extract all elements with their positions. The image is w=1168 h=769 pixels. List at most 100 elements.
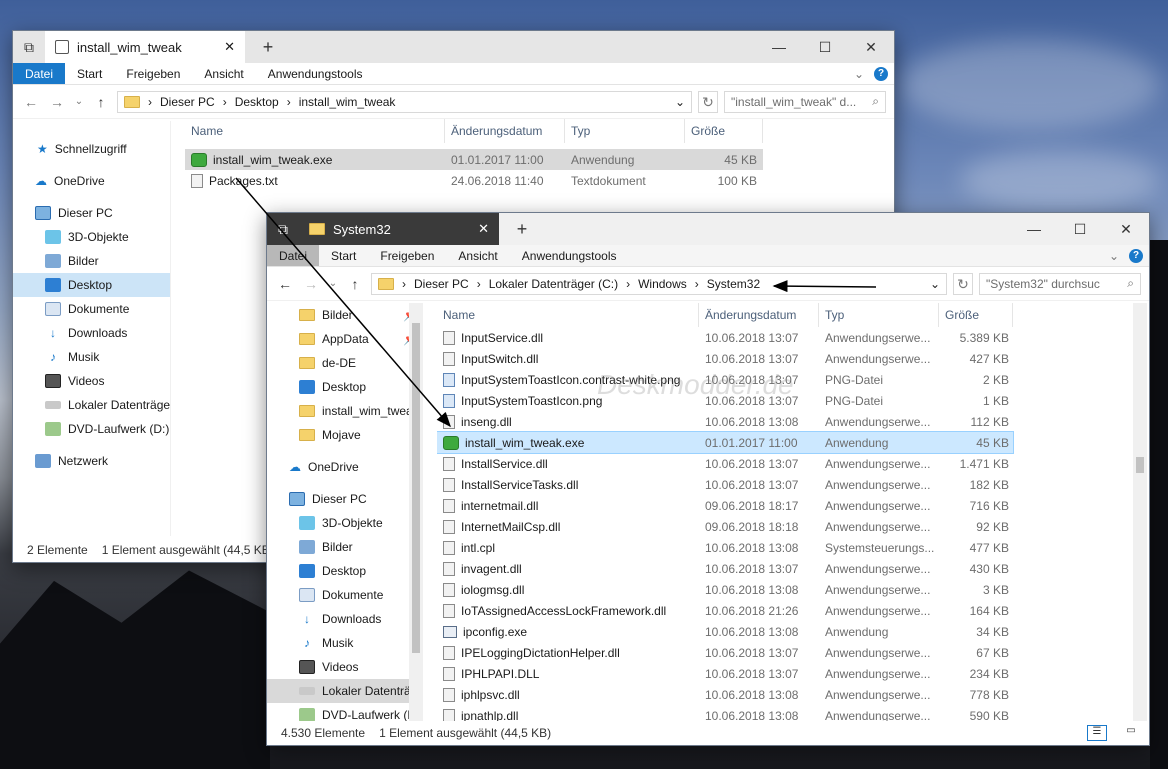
sidebar-item-musik[interactable]: ♪ Musik xyxy=(267,631,422,655)
sidebar-item-dvd[interactable]: DVD-Laufwerk (D:) xyxy=(267,703,422,721)
up-icon[interactable]: ↑ xyxy=(91,94,111,110)
ribbon-tab-ansicht[interactable]: Ansicht xyxy=(192,63,255,84)
recent-locations-icon[interactable]: ⌄ xyxy=(327,278,339,289)
sidebar-scroll-thumb[interactable] xyxy=(412,323,420,653)
tab-overview-icon[interactable]: ⧉ xyxy=(13,31,45,63)
maximize-icon[interactable]: ☐ xyxy=(802,31,848,63)
back-icon[interactable]: ← xyxy=(275,276,295,292)
new-tab-button[interactable]: + xyxy=(245,31,291,63)
file-row[interactable]: ipconfig.exe 10.06.2018 13:08 Anwendung 34 … xyxy=(437,621,1013,642)
file-row[interactable]: inseng.dll 10.06.2018 13:08 Anwendungserwe… xyxy=(437,411,1013,432)
column-header-name[interactable]: Name xyxy=(185,119,445,143)
breadcrumb-install-wim-tweak[interactable]: install_wim_tweak xyxy=(299,95,396,109)
breadcrumb-dieser-pc[interactable]: Dieser PC xyxy=(160,95,215,109)
file-row[interactable]: InstallServiceTasks.dll 10.06.2018 13:07 A… xyxy=(437,474,1013,495)
sidebar-item-dieser-pc[interactable]: Dieser PC xyxy=(267,487,422,511)
breadcrumb-system32[interactable]: System32 xyxy=(707,277,760,291)
tab-system32[interactable]: System32 ✕ xyxy=(299,213,499,245)
sidebar-item-appdata[interactable]: AppData📌 xyxy=(267,327,422,351)
minimize-icon[interactable]: — xyxy=(756,31,802,63)
sidebar-item-bilder[interactable]: Bilder📌 xyxy=(267,303,422,327)
ribbon-tab-freigeben[interactable]: Freigeben xyxy=(114,63,192,84)
file-row[interactable]: Packages.txt 24.06.2018 11:40 Textdokume… xyxy=(185,170,763,191)
minimize-icon[interactable]: — xyxy=(1011,213,1057,245)
ribbon-tab-ansicht[interactable]: Ansicht xyxy=(446,245,509,266)
sidebar-item-onedrive[interactable]: ☁ OneDrive xyxy=(267,455,422,479)
sidebar-item-3d-objekte[interactable]: 3D-Objekte xyxy=(267,511,422,535)
file-row[interactable]: intl.cpl 10.06.2018 13:08 Systemsteuerungs… xyxy=(437,537,1013,558)
address-bar[interactable]: › Dieser PC › Lokaler Datenträger (C:) ›… xyxy=(371,272,947,295)
file-list-scroll-thumb[interactable] xyxy=(1136,457,1144,473)
close-icon[interactable]: ✕ xyxy=(1103,213,1149,245)
column-header-date[interactable]: Änderungsdatum xyxy=(445,119,565,143)
sidebar-item-bilder[interactable]: Bilder xyxy=(13,249,170,273)
back-icon[interactable]: ← xyxy=(21,94,41,110)
sidebar-item-onedrive[interactable]: ☁ OneDrive xyxy=(13,169,170,193)
forward-icon[interactable]: → xyxy=(47,94,67,110)
sidebar-item-de-de[interactable]: de-DE xyxy=(267,351,422,375)
close-icon[interactable]: ✕ xyxy=(848,31,894,63)
close-tab-icon[interactable]: ✕ xyxy=(224,39,235,55)
sidebar-item-schnellzugriff[interactable]: ★ Schnellzugriff xyxy=(13,137,170,161)
file-row[interactable]: internetmail.dll 09.06.2018 18:17 Anwendun… xyxy=(437,495,1013,516)
sidebar-item-3d-objekte[interactable]: 3D-Objekte xyxy=(13,225,170,249)
file-row[interactable]: InternetMailCsp.dll 09.06.2018 18:18 Anwen… xyxy=(437,516,1013,537)
sidebar-item-netzwerk[interactable]: Netzwerk xyxy=(13,449,170,473)
column-header-size[interactable]: Größe xyxy=(939,303,1013,327)
ribbon-tab-datei[interactable]: Datei xyxy=(267,245,320,266)
search-input[interactable]: "System32" durchsuc ⌕ xyxy=(979,272,1141,295)
sidebar-scrollbar[interactable] xyxy=(409,303,423,721)
breadcrumb-windows[interactable]: Windows xyxy=(638,277,687,291)
sidebar-item-lokaler-datentraeger[interactable]: Lokaler Datenträger xyxy=(267,679,422,703)
recent-locations-icon[interactable]: ⌄ xyxy=(73,96,85,107)
file-list-scrollbar[interactable] xyxy=(1133,303,1147,721)
ribbon-tab-anwendungstools[interactable]: Anwendungstools xyxy=(510,245,629,266)
ribbon-tab-start[interactable]: Start xyxy=(319,245,368,266)
expand-ribbon-icon[interactable]: ⌄ xyxy=(854,67,864,81)
sidebar-item-desktop[interactable]: Desktop xyxy=(267,375,422,399)
file-row[interactable]: IoTAssignedAccessLockFramework.dll 10.06.… xyxy=(437,600,1013,621)
tab-overview-icon[interactable]: ⧉ xyxy=(267,213,299,245)
ribbon-tab-freigeben[interactable]: Freigeben xyxy=(368,245,446,266)
sidebar-item-dokumente[interactable]: Dokumente xyxy=(13,297,170,321)
sidebar-item-desktop[interactable]: Desktop xyxy=(13,273,170,297)
file-row[interactable]: InstallService.dll 10.06.2018 13:07 Anwend… xyxy=(437,453,1013,474)
search-input[interactable]: "install_wim_tweak" d... ⌕ xyxy=(724,90,886,113)
sidebar-item-videos[interactable]: Videos xyxy=(13,369,170,393)
file-row[interactable]: iphlpsvc.dll 10.06.2018 13:08 Anwendungser… xyxy=(437,684,1013,705)
address-bar[interactable]: › Dieser PC › Desktop › install_wim_twea… xyxy=(117,90,692,113)
details-view-icon[interactable]: ☰ xyxy=(1087,725,1107,741)
file-row[interactable]: InputSwitch.dll 10.06.2018 13:07 Anwendung… xyxy=(437,348,1013,369)
sidebar-item-downloads[interactable]: ↓ Downloads xyxy=(13,321,170,345)
close-tab-icon[interactable]: ✕ xyxy=(478,221,489,237)
sidebar-item-dvd[interactable]: DVD-Laufwerk (D:) C xyxy=(13,417,170,441)
sidebar-item-dieser-pc[interactable]: Dieser PC xyxy=(13,201,170,225)
tab-install-wim-tweak[interactable]: install_wim_tweak ✕ xyxy=(45,31,245,63)
help-icon[interactable]: ? xyxy=(1129,248,1143,263)
file-row[interactable]: InputService.dll 10.06.2018 13:07 Anwendun… xyxy=(437,327,1013,348)
large-icons-view-icon[interactable]: ▭ xyxy=(1121,725,1141,741)
file-row[interactable]: IPHLPAPI.DLL 10.06.2018 13:07 Anwendungser… xyxy=(437,663,1013,684)
file-row[interactable]: iologmsg.dll 10.06.2018 13:08 Anwendungser… xyxy=(437,579,1013,600)
file-row[interactable]: install_wim_tweak.exe 01.01.2017 11:00 Anw… xyxy=(437,431,1014,454)
sidebar-item-lokaler-datentraeger[interactable]: Lokaler Datenträger xyxy=(13,393,170,417)
sidebar-item-install-wim-tweak[interactable]: install_wim_tweak xyxy=(267,399,422,423)
column-header-type[interactable]: Typ xyxy=(819,303,939,327)
new-tab-button[interactable]: + xyxy=(499,213,545,245)
file-row[interactable]: install_wim_tweak.exe 01.01.2017 11:00 A… xyxy=(185,149,763,170)
sidebar-item-videos[interactable]: Videos xyxy=(267,655,422,679)
column-header-type[interactable]: Typ xyxy=(565,119,685,143)
sidebar-item-downloads[interactable]: ↓ Downloads xyxy=(267,607,422,631)
forward-icon[interactable]: → xyxy=(301,276,321,292)
file-row[interactable]: invagent.dll 10.06.2018 13:07 Anwendungser… xyxy=(437,558,1013,579)
ribbon-tab-datei[interactable]: Datei xyxy=(13,63,66,84)
address-dropdown-icon[interactable]: ⌄ xyxy=(675,95,685,109)
column-header-date[interactable]: Änderungsdatum xyxy=(699,303,819,327)
column-header-size[interactable]: Größe xyxy=(685,119,763,143)
breadcrumb-desktop[interactable]: Desktop xyxy=(235,95,279,109)
refresh-icon[interactable]: ↻ xyxy=(698,90,718,113)
file-row[interactable]: IPELoggingDictationHelper.dll 10.06.2018 … xyxy=(437,642,1013,663)
file-row[interactable]: ipnathlp.dll 10.06.2018 13:08 Anwendungser… xyxy=(437,705,1013,721)
help-icon[interactable]: ? xyxy=(874,66,888,81)
sidebar-item-mojave[interactable]: Mojave xyxy=(267,423,422,447)
